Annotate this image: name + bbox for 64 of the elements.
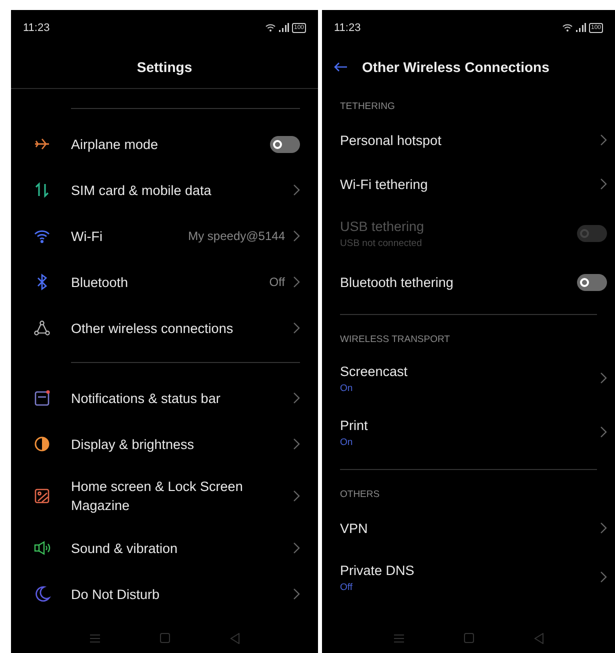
settings-item[interactable]: Do Not Disturb (11, 571, 318, 617)
chevron-icon (600, 178, 607, 190)
menu-icon[interactable] (90, 634, 100, 642)
settings-item[interactable]: Wi-Fi My speedy@5144 (11, 213, 318, 259)
settings-item[interactable]: SIM card & mobile data (11, 167, 318, 213)
back-arrow-icon[interactable] (334, 62, 348, 72)
settings-item[interactable]: Private DNS Off (322, 550, 615, 604)
chevron-icon (293, 276, 300, 288)
speaker-icon (33, 539, 51, 557)
chevron-icon (600, 372, 607, 384)
wifi-signal-icon (562, 23, 573, 32)
settings-item[interactable]: Personal hotspot (322, 118, 615, 162)
menu-icon[interactable] (394, 634, 404, 642)
settings-item[interactable]: Print On (322, 405, 615, 459)
cell-signal-icon (576, 23, 586, 32)
chevron-icon (293, 490, 300, 502)
back-icon[interactable] (230, 632, 240, 644)
settings-item[interactable]: VPN (322, 506, 615, 550)
settings-item[interactable]: Sound & vibration (11, 525, 318, 571)
cell-signal-icon (278, 23, 289, 32)
setting-value: My speedy@5144 (188, 229, 285, 243)
chevron-icon (293, 184, 300, 196)
settings-item[interactable]: Screencast On (322, 351, 615, 405)
item-subtitle: USB not connected (340, 238, 423, 249)
chevron-icon (600, 571, 607, 583)
settings-item[interactable]: Bluetooth tethering (322, 260, 615, 304)
toggle-switch[interactable] (270, 136, 300, 152)
notification-icon (33, 389, 51, 407)
settings-item[interactable]: Bluetooth Off (11, 259, 318, 305)
wifi-signal-icon (264, 23, 276, 32)
setting-value: Off (269, 275, 285, 289)
status-time: 11:23 (23, 22, 50, 34)
back-icon[interactable] (534, 632, 544, 644)
item-subtitle: On (340, 437, 354, 448)
network-icon (33, 319, 51, 337)
chevron-icon (600, 426, 607, 438)
chevron-icon (600, 134, 607, 146)
status-time: 11:23 (334, 22, 361, 34)
section-header: OTHERS (339, 488, 381, 502)
chevron-icon (293, 322, 300, 334)
item-subtitle: On (340, 383, 354, 394)
home-icon[interactable] (160, 633, 170, 643)
chevron-icon (600, 522, 607, 534)
settings-item[interactable]: Other wireless connections (11, 305, 318, 351)
chevron-icon (293, 230, 300, 242)
screen-title: Other Wireless Connections (362, 58, 550, 74)
chevron-icon (293, 588, 300, 600)
chevron-icon (293, 438, 300, 450)
item-subtitle: Off (340, 582, 354, 593)
chevron-icon (293, 542, 300, 554)
contrast-icon (33, 435, 51, 453)
settings-item[interactable]: Airplane mode (11, 121, 318, 167)
settings-item[interactable]: Wi-Fi tethering (322, 162, 615, 206)
toggle-switch[interactable] (577, 274, 607, 290)
settings-item[interactable]: Home screen & Lock Screen Magazine (11, 467, 318, 525)
section-header: TETHERING (339, 100, 396, 114)
screen-title: Settings (136, 58, 192, 74)
wallpaper-icon (33, 487, 51, 505)
home-icon[interactable] (464, 633, 474, 643)
section-header: WIRELESS TRANSPORT (339, 332, 451, 346)
settings-item[interactable]: Display & brightness (11, 421, 318, 467)
settings-item[interactable]: Notifications & status bar (11, 375, 318, 421)
chevron-icon (293, 392, 300, 404)
moon-icon (33, 585, 51, 603)
